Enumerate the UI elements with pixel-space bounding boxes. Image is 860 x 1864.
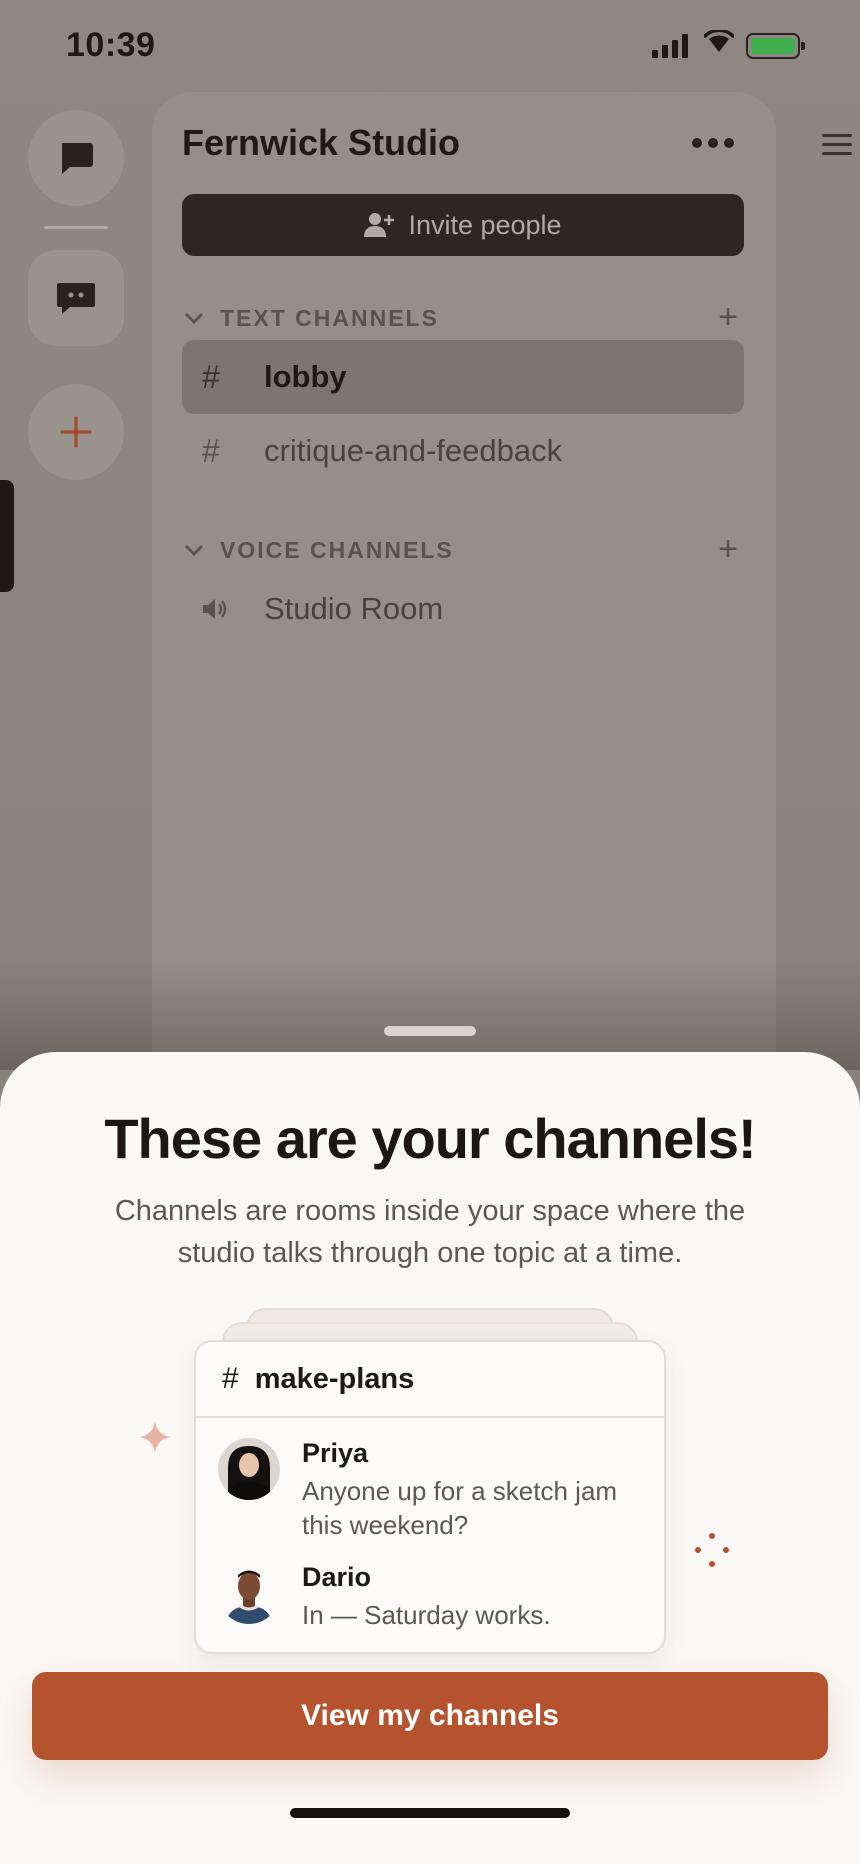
preview-message: Dario In — Saturday works.: [218, 1562, 648, 1642]
selected-server-indicator: [0, 480, 14, 592]
onboarding-sheet: These are your channels! Channels are ro…: [0, 1052, 860, 1864]
channel-label: Studio Room: [264, 591, 444, 626]
sheet-description: Channels are rooms inside your space whe…: [114, 1195, 746, 1269]
more-icon[interactable]: [692, 138, 734, 148]
chat-icon: [57, 283, 95, 314]
avatar: [218, 1438, 280, 1500]
dm-icon: [62, 143, 93, 174]
message-text: In — Saturday works.: [302, 1600, 551, 1630]
preview-channel-name: make-plans: [254, 1362, 415, 1395]
plus-icon: [60, 416, 92, 448]
sheet-title: These are your channels!: [104, 1107, 756, 1170]
avatar: [218, 1562, 280, 1624]
channel-label: lobby: [264, 359, 347, 394]
add-person-icon: [364, 213, 395, 237]
sparkle-icon: [139, 1421, 171, 1453]
text-channels-label: TEXT CHANNELS: [220, 304, 439, 331]
home-indicator: [290, 1808, 570, 1818]
sheet-grabber[interactable]: [384, 1026, 476, 1036]
rail-divider: [44, 226, 108, 229]
preview-channel-header: # make-plans: [196, 1342, 664, 1418]
preview-message: Priya Anyone up for a sketch jam this we…: [218, 1438, 648, 1548]
hash-icon: #: [222, 1362, 239, 1395]
add-text-channel-icon[interactable]: +: [718, 300, 738, 334]
server-name: Fernwick Studio: [182, 122, 461, 163]
channel-preview-card: # make-plans Priya Anyone up for a sketc…: [194, 1340, 666, 1654]
hamburger-icon[interactable]: [822, 134, 852, 161]
signal-icon: [652, 34, 688, 58]
invite-people-button[interactable]: Invite people: [182, 194, 744, 256]
server-button[interactable]: [28, 250, 124, 346]
channel-label: critique-and-feedback: [264, 433, 563, 468]
chevron-down-icon: [182, 312, 206, 324]
sparkle-dots-icon: [695, 1533, 729, 1567]
hash-icon: #: [202, 358, 220, 395]
add-voice-channel-icon[interactable]: +: [718, 532, 738, 566]
speaker-icon: [202, 598, 242, 620]
hash-icon: #: [202, 432, 220, 469]
channel-critique-and-feedback[interactable]: # critique-and-feedback: [182, 414, 744, 488]
message-text: Anyone up for a sketch jam this weekend?: [302, 1476, 618, 1540]
text-channels-header[interactable]: TEXT CHANNELS +: [182, 298, 744, 338]
message-author: Dario: [302, 1562, 372, 1592]
add-server-button[interactable]: [28, 384, 124, 480]
channel-studio-room[interactable]: Studio Room: [182, 572, 744, 646]
view-my-channels-button[interactable]: View my channels: [32, 1672, 828, 1760]
message-author: Priya: [302, 1438, 369, 1468]
channel-lobby[interactable]: # lobby: [182, 340, 744, 414]
voice-channels-header[interactable]: VOICE CHANNELS +: [182, 530, 744, 570]
status-time: 10:39: [66, 26, 156, 64]
channel-panel: Fernwick Studio Invite people TEXT CHANN…: [152, 92, 776, 1092]
chevron-down-icon: [182, 544, 206, 556]
battery-icon: [746, 33, 805, 59]
invite-label: Invite people: [408, 209, 562, 240]
voice-channels-label: VOICE CHANNELS: [220, 536, 454, 563]
status-bar: 10:39: [0, 0, 860, 90]
wifi-icon: [704, 30, 734, 52]
direct-messages-button[interactable]: [28, 110, 124, 206]
